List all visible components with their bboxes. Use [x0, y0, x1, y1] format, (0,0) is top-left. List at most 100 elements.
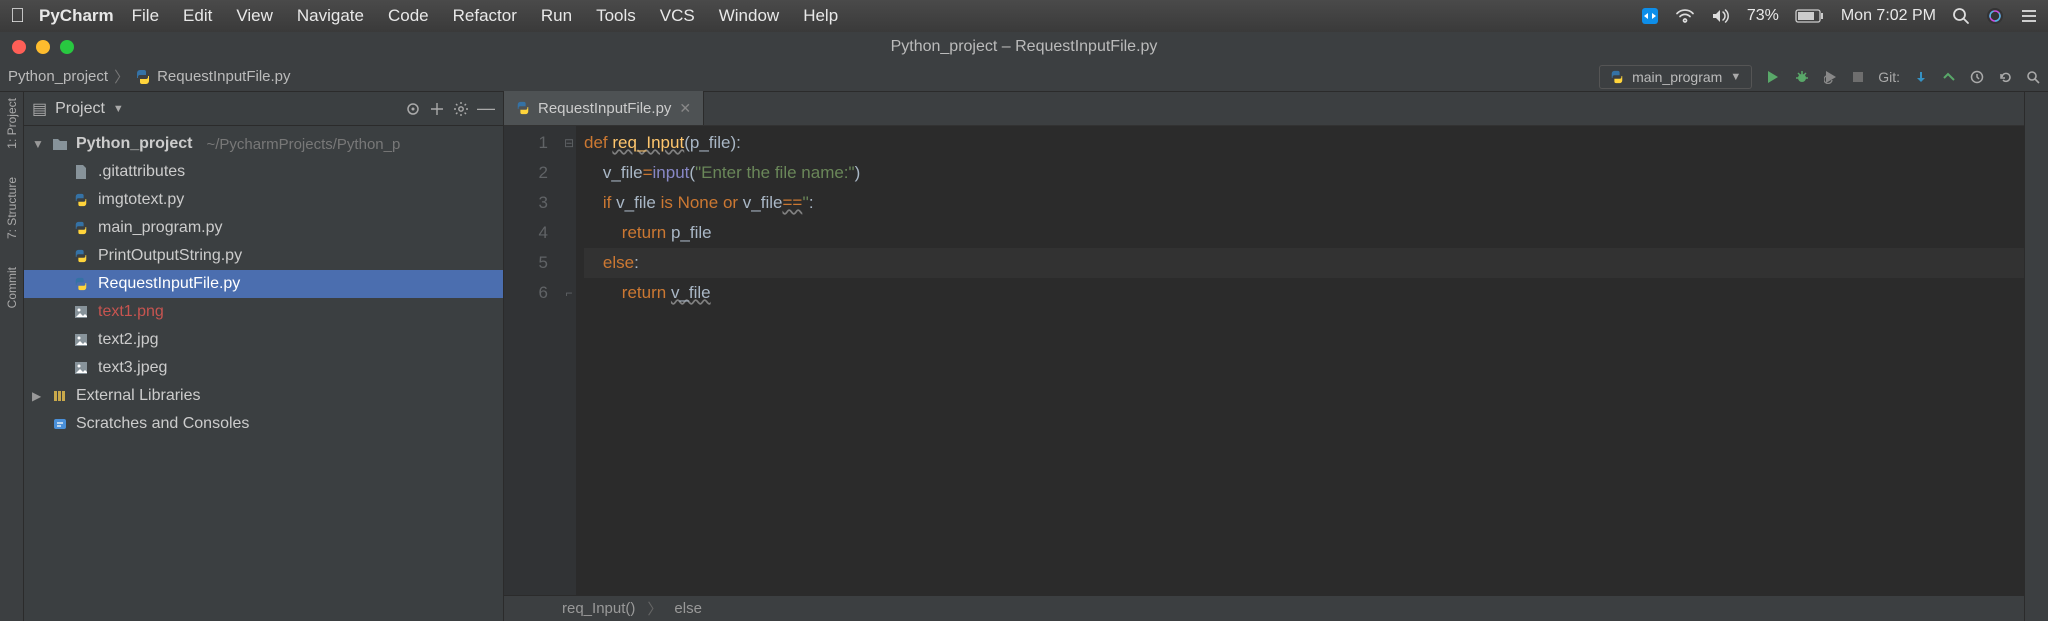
chevron-right-icon: ▶ — [32, 389, 46, 403]
python-file-icon — [74, 193, 92, 207]
git-rollback-icon[interactable] — [1998, 70, 2012, 84]
tree-file-name: text3.jpeg — [98, 359, 167, 377]
clock[interactable]: Mon 7:02 PM — [1841, 7, 1936, 25]
breadcrumb: Python_project 〉 RequestInputFile.py — [8, 66, 291, 87]
battery-percent: 73% — [1747, 7, 1779, 25]
folder-icon — [52, 137, 70, 151]
apple-icon[interactable]:  — [10, 5, 25, 28]
editor-area: RequestInputFile.py ✕ 123456 ⊟⌐ def req_… — [504, 92, 2024, 621]
tree-scratches[interactable]: Scratches and Consoles — [24, 410, 503, 438]
tree-file-name: main_program.py — [98, 219, 223, 237]
tree-scratches-label: Scratches and Consoles — [76, 415, 249, 433]
project-tool-window: ▤ Project ▼ — ▼ Python_project ~/Pycharm… — [24, 92, 504, 621]
tree-external-libraries[interactable]: ▶ External Libraries — [24, 382, 503, 410]
git-commit-icon[interactable] — [1942, 70, 1956, 84]
tool-structure[interactable]: 7: Structure — [5, 177, 19, 239]
menu-vcs[interactable]: VCS — [660, 6, 695, 26]
editor-tab[interactable]: RequestInputFile.py ✕ — [504, 91, 704, 125]
spotlight-icon[interactable] — [1952, 7, 1970, 25]
menu-edit[interactable]: Edit — [183, 6, 212, 26]
tree-file-selected[interactable]: RequestInputFile.py — [24, 270, 503, 298]
navigation-bar: Python_project 〉 RequestInputFile.py mai… — [0, 62, 2048, 92]
project-tree: ▼ Python_project ~/PycharmProjects/Pytho… — [24, 126, 503, 442]
minimize-window-button[interactable] — [36, 40, 50, 54]
menu-view[interactable]: View — [236, 6, 273, 26]
run-config-name: main_program — [1632, 69, 1722, 85]
menu-file[interactable]: File — [132, 6, 159, 26]
run-button[interactable] — [1766, 70, 1780, 84]
main-area: 1: Project 7: Structure Commit ▤ Project… — [0, 92, 2048, 621]
tree-file-name: RequestInputFile.py — [98, 275, 240, 293]
tool-project[interactable]: 1: Project — [5, 98, 19, 149]
window-titlebar: Python_project – RequestInputFile.py — [0, 32, 2048, 62]
chevron-down-icon[interactable]: ▼ — [113, 103, 124, 115]
menu-window[interactable]: Window — [719, 6, 779, 26]
git-update-icon[interactable] — [1914, 70, 1928, 84]
project-view-icon: ▤ — [32, 99, 47, 119]
tree-file-name: .gitattributes — [98, 163, 185, 181]
menu-help[interactable]: Help — [803, 6, 838, 26]
tree-file[interactable]: imgtotext.py — [24, 186, 503, 214]
chevron-down-icon: ▼ — [32, 137, 46, 151]
select-opened-file-icon[interactable] — [405, 101, 421, 117]
search-everywhere-icon[interactable] — [2026, 70, 2040, 84]
run-configuration-selector[interactable]: main_program ▼ — [1599, 65, 1752, 89]
menu-run[interactable]: Run — [541, 6, 572, 26]
volume-icon[interactable] — [1711, 8, 1731, 24]
hide-panel-icon[interactable]: — — [477, 98, 495, 119]
python-file-icon — [74, 221, 92, 235]
python-file-icon — [516, 101, 530, 115]
editor-tab-label: RequestInputFile.py — [538, 100, 671, 117]
menu-code[interactable]: Code — [388, 6, 429, 26]
editor-breadcrumb-branch[interactable]: else — [674, 600, 702, 617]
debug-button[interactable] — [1794, 69, 1810, 85]
git-history-icon[interactable] — [1970, 70, 1984, 84]
tree-file[interactable]: main_program.py — [24, 214, 503, 242]
tree-root[interactable]: ▼ Python_project ~/PycharmProjects/Pytho… — [24, 130, 503, 158]
run-with-coverage-button[interactable] — [1824, 70, 1838, 84]
tree-file[interactable]: text3.jpeg — [24, 354, 503, 382]
python-icon — [1610, 70, 1624, 84]
project-panel-title[interactable]: Project — [55, 100, 105, 118]
app-name[interactable]: PyCharm — [39, 6, 114, 26]
code-content[interactable]: def req_Input(p_file): v_file=input("Ent… — [576, 126, 2024, 595]
macos-menubar:  PyCharm File Edit View Navigate Code R… — [0, 0, 2048, 32]
zoom-window-button[interactable] — [60, 40, 74, 54]
menu-navigate[interactable]: Navigate — [297, 6, 364, 26]
tree-file-name: PrintOutputString.py — [98, 247, 242, 265]
battery-icon[interactable] — [1795, 9, 1825, 23]
tree-file[interactable]: text2.jpg — [24, 326, 503, 354]
python-file-icon — [135, 69, 151, 85]
menu-tools[interactable]: Tools — [596, 6, 636, 26]
scratches-icon — [52, 417, 70, 431]
tool-commit[interactable]: Commit — [5, 267, 19, 308]
close-window-button[interactable] — [12, 40, 26, 54]
tree-file[interactable]: PrintOutputString.py — [24, 242, 503, 270]
teamviewer-icon[interactable] — [1641, 7, 1659, 25]
expand-all-icon[interactable] — [429, 101, 445, 117]
window-title: Python_project – RequestInputFile.py — [891, 38, 1158, 56]
fold-gutter: ⊟⌐ — [562, 126, 576, 595]
siri-icon[interactable] — [1986, 7, 2004, 25]
breadcrumb-separator-icon: 〉 — [647, 598, 662, 619]
library-icon — [52, 389, 70, 403]
stop-button — [1852, 71, 1864, 83]
tree-file[interactable]: .gitattributes — [24, 158, 503, 186]
breadcrumb-file[interactable]: RequestInputFile.py — [157, 68, 290, 85]
menu-refactor[interactable]: Refactor — [453, 6, 517, 26]
editor-breadcrumb-fn[interactable]: req_Input() — [562, 600, 635, 617]
image-file-icon — [74, 361, 92, 375]
tree-file-name: imgtotext.py — [98, 191, 184, 209]
control-center-icon[interactable] — [2020, 8, 2038, 24]
project-panel-header: ▤ Project ▼ — — [24, 92, 503, 126]
tree-file[interactable]: text1.png — [24, 298, 503, 326]
python-file-icon — [74, 277, 92, 291]
editor-body[interactable]: 123456 ⊟⌐ def req_Input(p_file): v_file=… — [504, 126, 2024, 595]
wifi-icon[interactable] — [1675, 8, 1695, 24]
right-tool-rail — [2024, 92, 2048, 621]
gear-icon[interactable] — [453, 101, 469, 117]
breadcrumb-project[interactable]: Python_project — [8, 68, 108, 85]
tree-root-path: ~/PycharmProjects/Python_p — [206, 136, 400, 153]
close-tab-icon[interactable]: ✕ — [679, 100, 691, 117]
tree-external-libraries-label: External Libraries — [76, 387, 201, 405]
